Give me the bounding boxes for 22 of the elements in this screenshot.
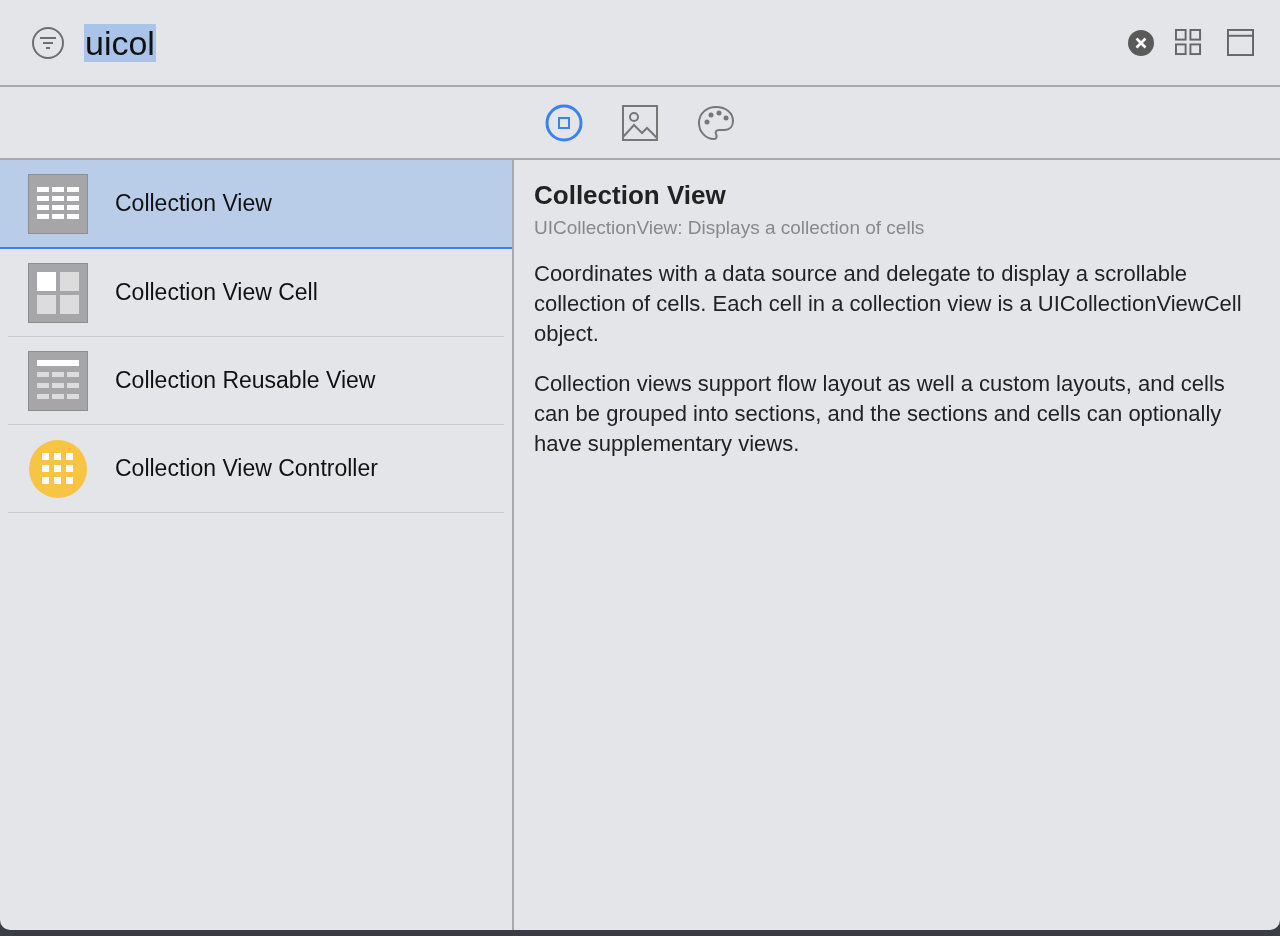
image-icon[interactable] bbox=[620, 102, 660, 143]
grid-view-icon[interactable] bbox=[1175, 29, 1202, 56]
grid-circle-icon bbox=[28, 438, 88, 499]
list-item[interactable]: Collection View Cell bbox=[8, 249, 504, 337]
description-text: Coordinates with a data source and delegate to display a scrollable collection of cells. Each cell in a collection view is a UICollectionViewCell object. bbox=[534, 260, 1243, 348]
item-label: Collection View Controller bbox=[115, 455, 378, 482]
filter-icon[interactable] bbox=[31, 25, 65, 60]
grid-icon bbox=[28, 173, 88, 234]
window-icon[interactable] bbox=[1227, 29, 1254, 56]
table-icon bbox=[28, 350, 88, 411]
clear-icon[interactable] bbox=[1128, 29, 1154, 56]
list-item[interactable]: Collection Reusable View bbox=[8, 337, 504, 425]
description-text: Collection views support flow layout as well a custom layouts, and cells can be grouped into sections, and the sections and cells can optionally have supplementary views. bbox=[534, 370, 1226, 458]
search-field[interactable]: uicol bbox=[84, 22, 156, 63]
item-label: Collection View bbox=[115, 190, 272, 217]
item-label: Collection Reusable View bbox=[115, 367, 376, 394]
list-item[interactable]: Collection View Controller bbox=[8, 425, 504, 513]
list-item[interactable]: Collection View bbox=[0, 160, 512, 249]
item-label: Collection View Cell bbox=[115, 279, 318, 306]
detail-title: Collection View bbox=[534, 180, 727, 211]
cell-icon bbox=[28, 262, 88, 323]
detail-subtitle: UICollectionView: Displays a collection of cells bbox=[534, 217, 926, 239]
